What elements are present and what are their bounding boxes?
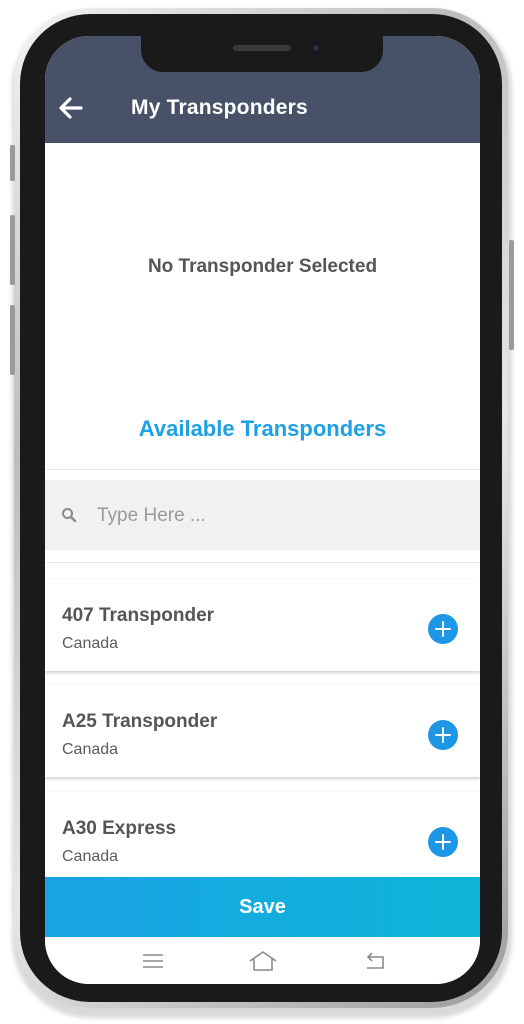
mute-switch xyxy=(10,145,15,181)
menu-icon[interactable] xyxy=(140,949,166,973)
phone-notch xyxy=(141,36,383,72)
transponder-country: Canada xyxy=(62,848,119,865)
power-button xyxy=(509,240,514,350)
transponder-country: Canada xyxy=(62,741,119,758)
plus-circle-icon[interactable] xyxy=(428,720,458,750)
app-screen: My Transponders No Transponder Selected … xyxy=(45,36,480,984)
transponder-country: Canada xyxy=(62,635,119,652)
page-title: My Transponders xyxy=(131,96,308,119)
volume-down-button xyxy=(10,305,15,375)
divider xyxy=(45,469,480,470)
transponder-item-a30[interactable]: A30 Express Canada xyxy=(45,792,480,884)
system-nav-bar xyxy=(45,937,480,984)
divider xyxy=(45,562,480,563)
back-nav-icon[interactable] xyxy=(363,949,389,973)
no-selection-message: No Transponder Selected xyxy=(147,256,378,277)
front-camera xyxy=(310,42,322,54)
transponder-item-407[interactable]: 407 Transponder Canada xyxy=(45,579,480,671)
volume-up-button xyxy=(10,215,15,285)
search-bar[interactable] xyxy=(45,480,480,550)
transponder-name: A30 Express xyxy=(62,818,177,839)
arrow-left-icon[interactable] xyxy=(57,94,85,122)
home-icon[interactable] xyxy=(248,949,278,973)
earpiece-speaker xyxy=(233,45,291,51)
plus-circle-icon[interactable] xyxy=(428,827,458,857)
available-transponders-heading: Available Transponders xyxy=(138,416,387,441)
search-icon xyxy=(61,507,77,523)
save-button[interactable]: Save xyxy=(45,877,480,937)
transponder-name: A25 Transponder xyxy=(62,711,218,732)
search-input[interactable] xyxy=(95,500,459,532)
transponder-item-a25[interactable]: A25 Transponder Canada xyxy=(45,685,480,777)
plus-circle-icon[interactable] xyxy=(428,614,458,644)
transponder-name: 407 Transponder xyxy=(62,605,215,626)
